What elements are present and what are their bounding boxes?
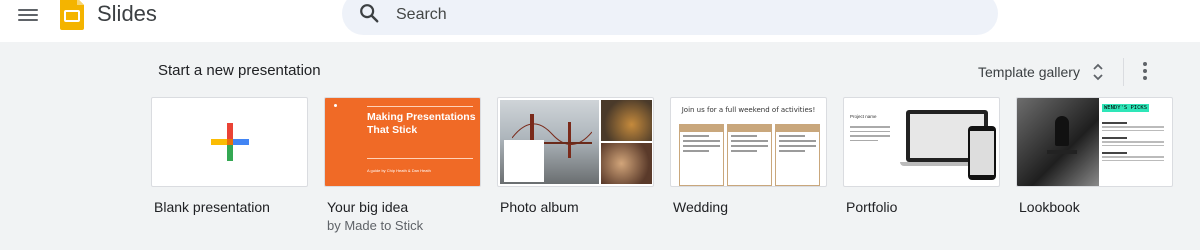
photo-caption-block [504, 140, 544, 182]
template-card-portfolio[interactable]: Project name Portfolio [843, 97, 1000, 215]
template-card-blank[interactable]: Blank presentation [151, 97, 308, 215]
app-name[interactable]: Slides [97, 1, 157, 27]
main-menu-icon[interactable] [18, 6, 38, 24]
bridge-photo [500, 100, 599, 184]
template-thumbnail[interactable]: WENDY'S PICKS [1016, 97, 1173, 187]
more-vert-icon[interactable] [1140, 62, 1150, 82]
template-title: Portfolio [846, 199, 898, 215]
template-title: Wedding [673, 199, 729, 215]
schedule-column [679, 124, 724, 186]
unfold-icon [1093, 63, 1103, 81]
schedule-column [727, 124, 772, 186]
thumb-headline: WENDY'S PICKS [1102, 104, 1150, 112]
template-gallery-label: Template gallery [978, 64, 1080, 80]
skater-photo [1017, 98, 1099, 186]
template-card-your-big-idea[interactable]: Making Presentations That Stick A guide … [324, 97, 481, 233]
phone-illustration [968, 126, 996, 180]
thumb-headline: Join us for a full weekend of activities… [681, 106, 816, 114]
template-card-wedding[interactable]: Join us for a full weekend of activities… [670, 97, 827, 215]
slides-logo-icon[interactable] [60, 0, 84, 30]
search-bar[interactable] [342, 0, 998, 35]
top-bar: Slides [0, 0, 1200, 42]
thumb-byline: A guide by Chip Heath & Dan Heath [367, 168, 431, 173]
thumb-headline: Project name [850, 114, 877, 119]
template-thumbnail[interactable]: Making Presentations That Stick A guide … [324, 97, 481, 187]
divider [1123, 58, 1124, 86]
table-photo [601, 143, 652, 184]
template-thumbnail[interactable] [497, 97, 654, 187]
plus-icon [211, 123, 249, 161]
search-icon[interactable] [358, 2, 380, 24]
template-thumbnail[interactable]: Join us for a full weekend of activities… [670, 97, 827, 187]
template-card-photo-album[interactable]: Photo album [497, 97, 654, 215]
text-lines [850, 126, 890, 144]
decor-dot [334, 104, 337, 107]
thumb-headline: Making Presentations That Stick [367, 111, 476, 136]
decor-rule [367, 106, 473, 107]
template-card-lookbook[interactable]: WENDY'S PICKS Lookbook [1016, 97, 1173, 215]
template-gallery-button[interactable]: Template gallery [978, 60, 1104, 84]
template-title: Lookbook [1019, 199, 1080, 215]
template-title: Your big idea [327, 199, 409, 215]
decor-rule [367, 158, 473, 159]
template-title: Blank presentation [154, 199, 270, 215]
schedule-column [775, 124, 820, 186]
template-thumbnail[interactable] [151, 97, 308, 187]
template-title: Photo album [500, 199, 579, 215]
leaves-photo [601, 100, 652, 141]
template-thumbnail[interactable]: Project name [843, 97, 1000, 187]
template-subtitle: by Made to Stick [327, 218, 424, 233]
section-title: Start a new presentation [158, 62, 321, 79]
search-input[interactable] [394, 1, 958, 29]
text-lines [1102, 116, 1164, 163]
